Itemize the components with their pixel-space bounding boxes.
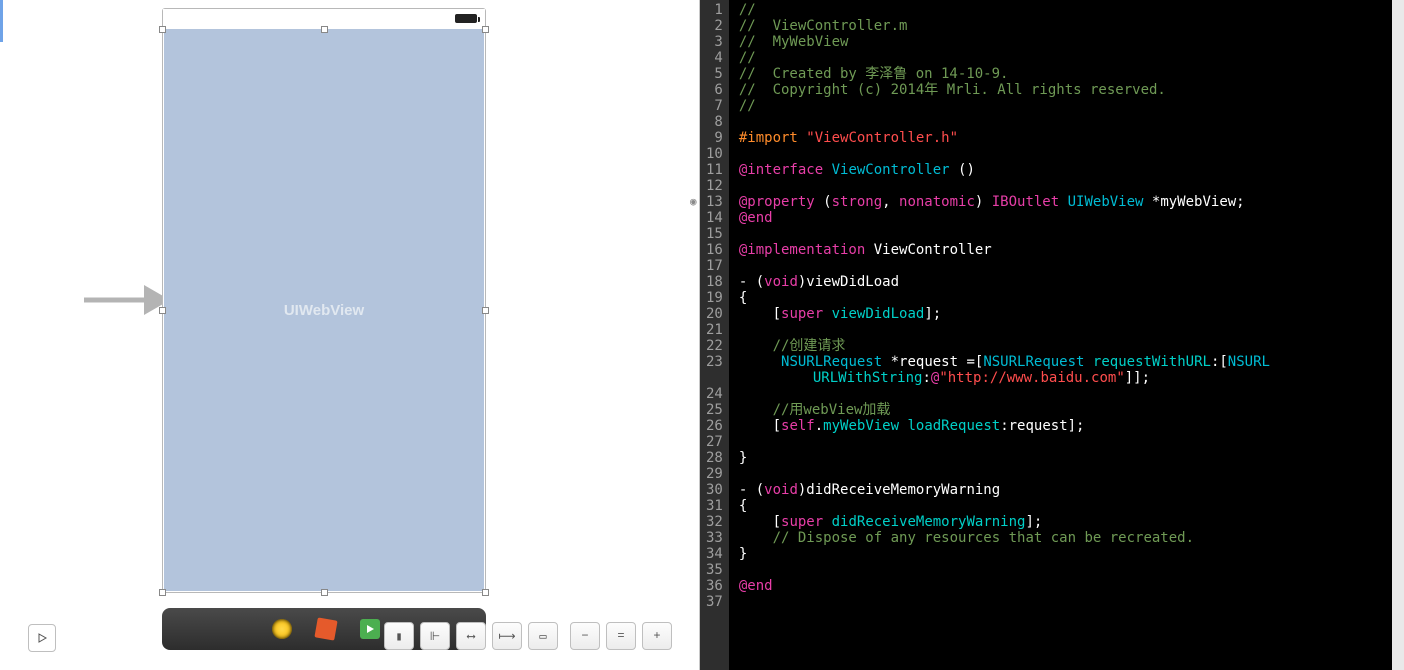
resolve-button[interactable]: ⟷ xyxy=(456,622,486,650)
resize-handle[interactable] xyxy=(482,26,489,33)
3d-view-button[interactable] xyxy=(314,617,337,640)
battery-icon xyxy=(455,14,477,23)
resize-handle[interactable] xyxy=(159,307,166,314)
resize-button[interactable]: ⟼ xyxy=(492,622,522,650)
stop-button[interactable] xyxy=(272,619,292,639)
embed-button[interactable]: ▭ xyxy=(528,622,558,650)
entry-arrow-icon[interactable] xyxy=(84,280,170,320)
zoom-actual-button[interactable]: = xyxy=(606,622,636,650)
code-editor-pane[interactable]: 1234567891011121314151617181920212223 24… xyxy=(700,0,1404,670)
resize-handle[interactable] xyxy=(482,589,489,596)
resize-handle[interactable] xyxy=(159,589,166,596)
zoom-out-button[interactable]: − xyxy=(570,622,600,650)
pin-button[interactable]: ⊩ xyxy=(420,622,450,650)
document-outline-button[interactable] xyxy=(28,624,56,652)
device-canvas[interactable]: UIWebView xyxy=(162,8,486,593)
code-area[interactable]: //// ViewController.m// MyWebView//// Cr… xyxy=(729,0,1404,670)
zoom-toolbar: − = + xyxy=(570,622,672,650)
interface-builder-pane[interactable]: UIWebView ▮ ⊩ ⟷ ⟼ ▭ − = + xyxy=(0,0,700,670)
webview-label: UIWebView xyxy=(284,302,364,319)
zoom-in-button[interactable]: + xyxy=(642,622,672,650)
resize-handle[interactable] xyxy=(321,589,328,596)
line-number-gutter: 1234567891011121314151617181920212223 24… xyxy=(700,0,729,670)
uiwebview-element[interactable]: UIWebView xyxy=(164,29,484,591)
resize-handle[interactable] xyxy=(159,26,166,33)
resize-handle[interactable] xyxy=(321,26,328,33)
scrollbar[interactable] xyxy=(1392,0,1404,670)
resize-handle[interactable] xyxy=(482,307,489,314)
edge-highlight xyxy=(0,0,3,42)
align-button[interactable]: ▮ xyxy=(384,622,414,650)
layout-toolbar: ▮ ⊩ ⟷ ⟼ ▭ xyxy=(384,622,558,650)
play-button[interactable] xyxy=(360,619,380,639)
